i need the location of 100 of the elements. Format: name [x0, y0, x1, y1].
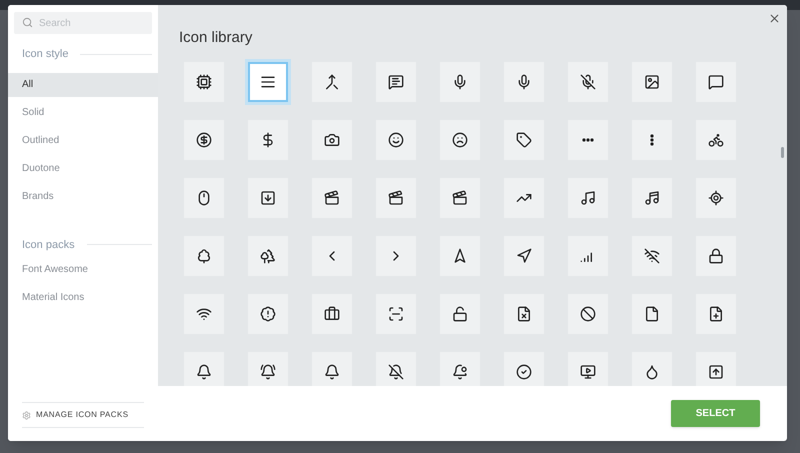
icon-tile[interactable] [376, 120, 416, 160]
search-icon [22, 17, 33, 28]
icon-tile[interactable] [440, 294, 480, 334]
icon-tile[interactable] [696, 178, 736, 218]
icon-tile[interactable] [312, 178, 352, 218]
bell-dot-icon [452, 364, 468, 380]
more-vertical-icon [650, 134, 654, 146]
icon-tile[interactable] [696, 62, 736, 102]
icon-tile[interactable] [632, 62, 672, 102]
icon-tile[interactable] [248, 294, 288, 334]
unlock-icon [452, 306, 468, 322]
icon-tile[interactable] [184, 236, 224, 276]
check-circle-icon [516, 364, 532, 380]
crosshair-icon [708, 190, 724, 206]
trees-icon [260, 248, 276, 264]
icon-tile[interactable] [504, 178, 544, 218]
icon-tile[interactable] [696, 294, 736, 334]
icon-tile[interactable] [312, 236, 352, 276]
icon-tile[interactable] [568, 352, 608, 386]
more-icon [582, 138, 594, 142]
scrollbar-thumb[interactable] [781, 147, 784, 158]
music-icon [644, 190, 660, 206]
alert-badge-icon [260, 306, 276, 322]
wifi-off-icon [644, 248, 660, 264]
sidebar-item[interactable]: All [8, 72, 158, 96]
icon-tile[interactable] [504, 120, 544, 160]
bell-ring-icon [260, 364, 276, 380]
icon-tile[interactable] [440, 178, 480, 218]
icon-tile[interactable] [696, 236, 736, 276]
dialog-title: Icon library [179, 28, 254, 48]
icon-tile[interactable] [376, 352, 416, 386]
icon-tile[interactable] [248, 352, 288, 386]
icon-tile[interactable] [440, 236, 480, 276]
smile-icon [388, 132, 404, 148]
microphone-icon [452, 74, 468, 90]
chip-icon [196, 74, 212, 90]
icon-tile[interactable] [248, 178, 288, 218]
message-icon [388, 74, 404, 90]
icon-tile[interactable] [184, 352, 224, 386]
icon-tile[interactable] [376, 178, 416, 218]
icon-tile[interactable] [184, 294, 224, 334]
dollar-icon [196, 132, 212, 148]
search-field[interactable]: Search [14, 12, 152, 34]
icon-tile[interactable] [248, 236, 288, 276]
icon-tile[interactable] [568, 294, 608, 334]
icon-tile[interactable] [184, 178, 224, 218]
icon-tile[interactable] [504, 62, 544, 102]
settings-icon [22, 410, 31, 420]
microphone-off-icon [580, 74, 596, 90]
briefcase-icon [324, 306, 340, 322]
icon-tile[interactable] [184, 62, 224, 102]
icon-tile[interactable] [632, 294, 672, 334]
icon-tile[interactable] [504, 236, 544, 276]
icon-tile[interactable] [376, 62, 416, 102]
icon-tile[interactable] [568, 178, 608, 218]
manage-icon-packs-button[interactable]: MANAGE ICON PACKS [22, 409, 128, 421]
music-note-icon [580, 190, 596, 206]
icon-tile[interactable] [632, 352, 672, 386]
icon-tile[interactable] [632, 120, 672, 160]
send-location-icon [516, 248, 532, 264]
lock-icon [708, 248, 724, 264]
icon-tile[interactable] [696, 120, 736, 160]
icon-tile[interactable] [376, 294, 416, 334]
monitor-play-icon [580, 364, 596, 380]
icon-tile[interactable] [504, 352, 544, 386]
file-icon [644, 306, 660, 322]
file-add-icon [708, 306, 724, 322]
icon-tile[interactable] [312, 62, 352, 102]
icon-tile[interactable] [184, 120, 224, 160]
clapperboard-icon [452, 190, 468, 206]
icon-tile[interactable] [568, 236, 608, 276]
chat-icon [708, 74, 724, 90]
icon-tile[interactable] [568, 62, 608, 102]
icon-tile[interactable] [696, 352, 736, 386]
select-button[interactable]: SELECT [671, 400, 760, 427]
icon-tile[interactable] [312, 120, 352, 160]
scan-icon [388, 306, 404, 322]
merge-icon [324, 74, 340, 90]
icon-tile[interactable] [312, 352, 352, 386]
camera-icon [324, 132, 340, 148]
icon-tile[interactable] [248, 120, 288, 160]
icon-tile[interactable] [312, 294, 352, 334]
icon-tile[interactable] [504, 294, 544, 334]
icon-tile[interactable] [568, 120, 608, 160]
icon-tile[interactable] [440, 62, 480, 102]
icon-tile[interactable] [632, 236, 672, 276]
icon-tile[interactable] [376, 236, 416, 276]
section-heading: Icon packs [22, 238, 75, 252]
icon-tile[interactable] [440, 120, 480, 160]
icon-tile[interactable] [632, 178, 672, 218]
close-button[interactable] [768, 12, 781, 25]
frown-icon [452, 132, 468, 148]
wifi-icon [196, 306, 212, 322]
tag-icon [516, 132, 532, 148]
menu-icon [260, 74, 276, 90]
icon-tile[interactable] [440, 352, 480, 386]
clapperboard-icon [388, 190, 404, 206]
section-heading: Icon style [22, 47, 68, 62]
image-icon [644, 74, 660, 90]
file-off-icon [516, 306, 532, 322]
